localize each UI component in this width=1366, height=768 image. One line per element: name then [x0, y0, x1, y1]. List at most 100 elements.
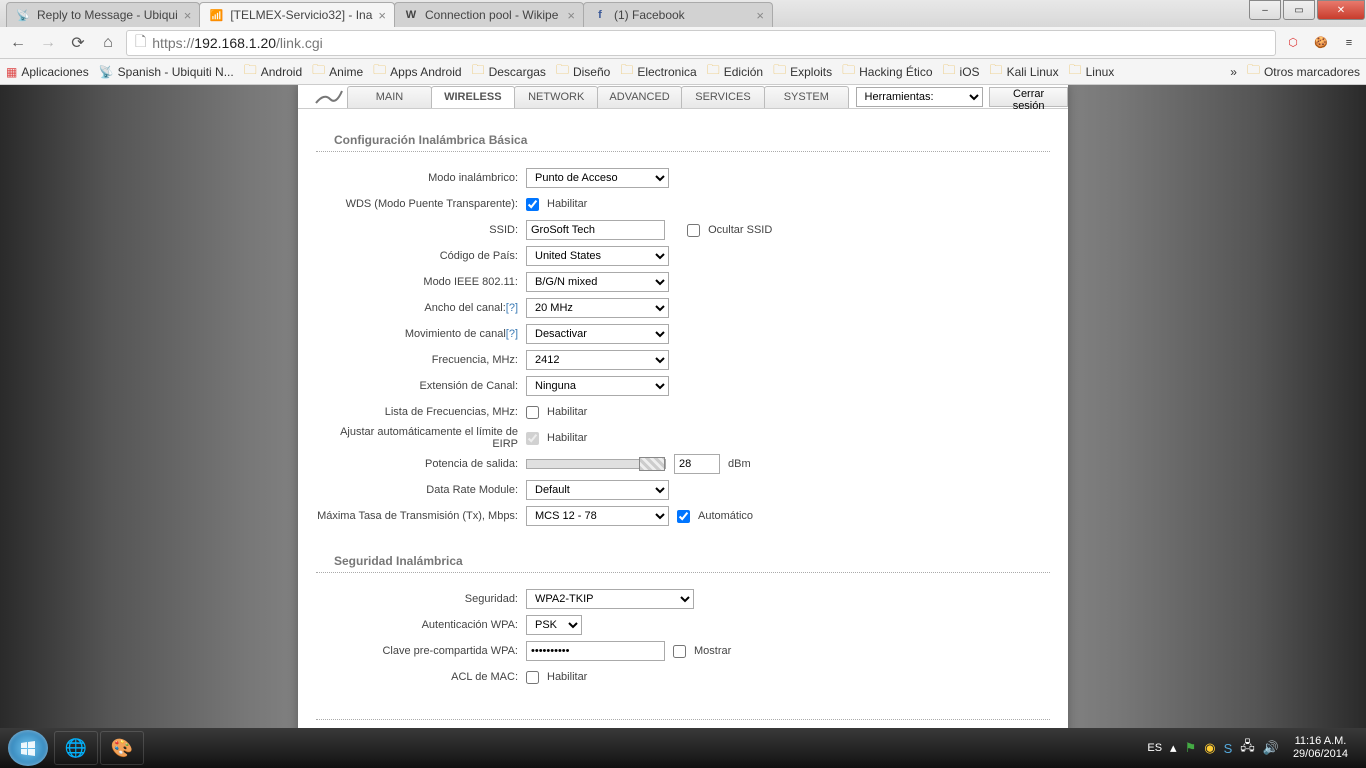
label-security: Seguridad:: [316, 593, 526, 605]
bookmark-folder[interactable]: 🗀Kali Linux: [990, 61, 1059, 83]
label-ieee: Modo IEEE 802.11:: [316, 276, 526, 288]
section-wireless-security: Seguridad Inalámbrica: [316, 530, 1050, 573]
address-bar[interactable]: 🗋 https://192.168.1.20/link.cgi: [126, 30, 1276, 56]
label-frequency: Frecuencia, MHz:: [316, 354, 526, 366]
bookmark-label: Anime: [329, 65, 363, 79]
label-ssid: SSID:: [316, 224, 526, 236]
bookmark-folder[interactable]: 🗀Diseño: [556, 61, 610, 83]
bookmark-folder[interactable]: 🗀Android: [244, 61, 302, 83]
window-minimize-button[interactable]: –: [1249, 0, 1281, 20]
other-bookmarks-button[interactable]: 🗀Otros marcadores: [1247, 61, 1360, 83]
tray-flag-icon[interactable]: ⚑: [1185, 740, 1197, 756]
bookmark-folder[interactable]: 🗀Linux: [1069, 61, 1115, 83]
bookmark-folder[interactable]: 🗀 Edición: [707, 61, 763, 83]
tray-language[interactable]: ES: [1147, 742, 1162, 754]
checkbox-wds[interactable]: [526, 198, 539, 211]
start-button[interactable]: [8, 730, 48, 766]
select-max-tx[interactable]: MCS 12 - 78: [526, 506, 669, 526]
help-icon[interactable]: [?]: [506, 328, 518, 340]
tab-close-icon[interactable]: ×: [756, 8, 764, 23]
tray-skype-icon[interactable]: S: [1224, 741, 1233, 756]
tray-clock[interactable]: 11:16 A.M. 29/06/2014: [1287, 735, 1354, 761]
taskbar-chrome-icon[interactable]: 🌐: [54, 731, 98, 765]
forward-button[interactable]: →: [36, 31, 60, 55]
window-close-button[interactable]: ✕: [1317, 0, 1365, 20]
bookmark-label: Diseño: [573, 65, 610, 79]
slider-thumb[interactable]: [639, 457, 665, 471]
form-security: Seguridad:WPA2-TKIP Autenticación WPA:PS…: [298, 587, 1068, 689]
bookmark-label: Descargas: [489, 65, 546, 79]
tab-network[interactable]: NETWORK: [514, 86, 598, 108]
tab-services[interactable]: SERVICES: [681, 86, 765, 108]
apps-button[interactable]: ▦Aplicaciones: [6, 65, 89, 79]
input-output-power[interactable]: [674, 454, 720, 474]
bookmark-label: Linux: [1086, 65, 1115, 79]
checkbox-show-psk[interactable]: [673, 645, 686, 658]
input-ssid[interactable]: [526, 220, 665, 240]
bookmark-folder[interactable]: 🗀iOS: [943, 61, 980, 83]
bookmark-folder[interactable]: 🗀Exploits: [773, 61, 832, 83]
tray-shield-icon[interactable]: ◉: [1204, 740, 1215, 756]
home-button[interactable]: ⌂: [96, 31, 120, 55]
bookmark-item[interactable]: 📡Spanish - Ubiquiti N...: [99, 65, 234, 79]
bookmark-label: Edición: [724, 65, 763, 79]
tab-advanced[interactable]: ADVANCED: [597, 86, 681, 108]
reload-button[interactable]: ⟳: [66, 31, 90, 55]
bookmark-overflow-button[interactable]: »: [1230, 65, 1237, 79]
back-button[interactable]: ←: [6, 31, 30, 55]
select-wpa-auth[interactable]: PSK: [526, 615, 582, 635]
tray-volume-icon[interactable]: 🔊: [1263, 740, 1279, 756]
ubiquiti-logo-icon: [310, 86, 347, 108]
label-max-tx: Máxima Tasa de Transmisión (Tx), Mbps:: [316, 510, 526, 522]
tab-label: (1) Facebook: [614, 8, 685, 22]
tab-wireless[interactable]: WIRELESS: [431, 86, 515, 108]
bookmark-folder[interactable]: 🗀Hacking Ético: [842, 61, 932, 83]
input-psk[interactable]: [526, 641, 665, 661]
tab-main[interactable]: MAIN: [347, 86, 431, 108]
browser-tab[interactable]: f (1) Facebook ×: [583, 2, 773, 27]
tab-close-icon[interactable]: ×: [378, 8, 386, 23]
help-icon[interactable]: [?]: [506, 302, 518, 314]
checkbox-auto-tx[interactable]: [677, 510, 690, 523]
tab-system[interactable]: SYSTEM: [764, 86, 848, 108]
window-maximize-button[interactable]: ▭: [1283, 0, 1315, 20]
checkbox-hide-ssid[interactable]: [687, 224, 700, 237]
tab-label: [TELMEX-Servicio32] - Ina: [230, 8, 372, 22]
favicon-icon: 📶: [208, 7, 224, 23]
tab-close-icon[interactable]: ×: [184, 8, 192, 23]
bookmark-folder[interactable]: 🗀Anime: [312, 61, 363, 83]
select-rate-module[interactable]: Default: [526, 480, 669, 500]
adblock-icon[interactable]: ⬡: [1282, 32, 1304, 54]
select-ieee-mode[interactable]: B/G/N mixed: [526, 272, 669, 292]
checkbox-auto-eirp[interactable]: [526, 432, 539, 445]
app-container: MAIN WIRELESS NETWORK ADVANCED SERVICES …: [298, 85, 1068, 728]
browser-tab[interactable]: 📶 [TELMEX-Servicio32] - Ina ×: [199, 2, 395, 27]
tools-select[interactable]: Herramientas:: [856, 87, 984, 107]
checkbox-mac-acl[interactable]: [526, 671, 539, 684]
select-channel-shift[interactable]: Desactivar: [526, 324, 669, 344]
bookmark-folder[interactable]: 🗀Descargas: [472, 61, 546, 83]
select-frequency[interactable]: 2412: [526, 350, 669, 370]
select-channel-width[interactable]: 20 MHz: [526, 298, 669, 318]
tray-chevron-up-icon[interactable]: ▴: [1170, 740, 1177, 756]
label-channel-shift: Movimiento de canal[?]: [316, 328, 526, 340]
menu-icon[interactable]: ≡: [1338, 32, 1360, 54]
checkbox-freq-list[interactable]: [526, 406, 539, 419]
bookmark-folder[interactable]: 🗀Electronica: [620, 61, 696, 83]
tray-network-icon[interactable]: 🖧: [1240, 737, 1255, 759]
slider-output-power[interactable]: [526, 459, 666, 469]
cookie-icon[interactable]: 🍪: [1310, 32, 1332, 54]
logout-button[interactable]: Cerrar sesión: [989, 87, 1068, 107]
select-country[interactable]: United States: [526, 246, 669, 266]
folder-icon: 🗀: [707, 61, 720, 83]
select-security[interactable]: WPA2-TKIP: [526, 589, 694, 609]
select-channel-ext[interactable]: Ninguna: [526, 376, 669, 396]
bookmark-folder[interactable]: 🗀Apps Android: [373, 61, 461, 83]
select-wireless-mode[interactable]: Punto de Acceso: [526, 168, 669, 188]
label-channel-ext: Extensión de Canal:: [316, 380, 526, 392]
taskbar-paint-icon[interactable]: 🎨: [100, 731, 144, 765]
browser-tab[interactable]: 📡 Reply to Message - Ubiqui ×: [6, 2, 200, 27]
url-path: /link.cgi: [276, 35, 323, 51]
tab-close-icon[interactable]: ×: [567, 8, 575, 23]
browser-tab[interactable]: W Connection pool - Wikipe ×: [394, 2, 584, 27]
